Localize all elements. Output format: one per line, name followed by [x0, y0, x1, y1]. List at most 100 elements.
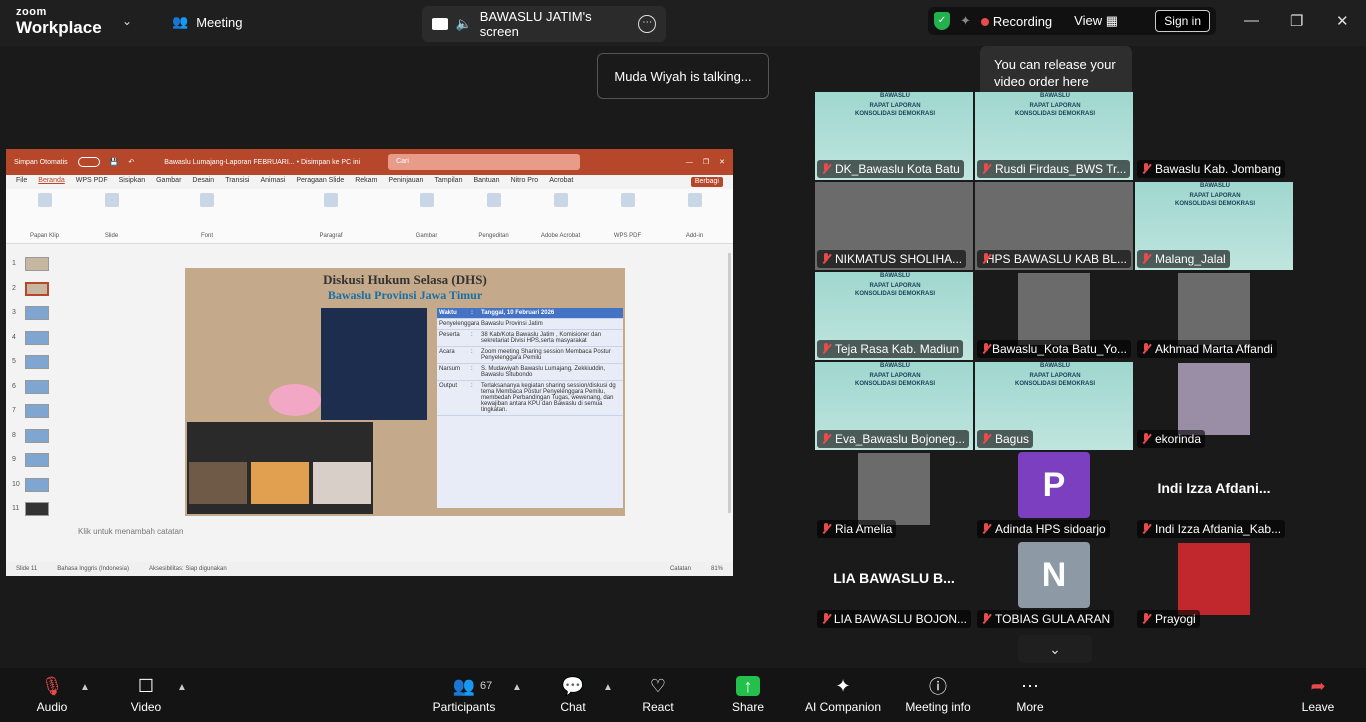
display-name-large: LIA BAWASLU B... [833, 570, 955, 586]
avatar [1178, 363, 1250, 435]
table-key: Peserta [439, 332, 460, 338]
participant-tile[interactable]: NIKMATUS SHOLIHA... [815, 182, 973, 270]
banner-background-title: BAWASLU [1200, 183, 1230, 189]
participant-tile[interactable]: Bawaslu_Kota Batu_Yo... [975, 272, 1133, 360]
slide-thumb-number: 7 [12, 407, 16, 414]
video-options-caret-icon[interactable]: ▲ [177, 682, 187, 693]
current-slide: Diskusi Hukum Selasa (DHS) Bawaslu Provi… [185, 268, 625, 516]
leave-icon: ➦ [1310, 675, 1326, 696]
status-language: Bahasa Inggris (Indonesia) [57, 566, 129, 572]
ribbon-group-label: Slide [104, 233, 119, 239]
recording-indicator[interactable]: Recording [980, 13, 1053, 29]
view-button[interactable]: View ▦ [1074, 13, 1118, 29]
banner-background-subtitle: RAPAT LAPORAN KONSOLIDASI DEMOKRASI [1015, 373, 1096, 387]
avatar [1178, 543, 1250, 615]
ppt-search: Cari [388, 154, 581, 170]
shared-screen-tab[interactable]: 🔈 BAWASLU JATIM's screen ⋯ [422, 6, 666, 42]
ppt-share-button: Berbagi [690, 177, 723, 187]
ribbon-group: Paragraf [274, 193, 388, 239]
participant-tile[interactable]: BAWASLU RAPAT LAPORAN KONSOLIDASI DEMOKRA… [815, 362, 973, 450]
participant-name: ekorinda [1155, 432, 1202, 446]
participant-name: Indi Izza Afdania_Kab... [1155, 522, 1282, 536]
chevron-down-icon[interactable]: ⌄ [122, 14, 132, 28]
restore-icon[interactable]: ❐ [1290, 12, 1303, 30]
participant-name: DK_Bawaslu Kota Batu [835, 162, 960, 176]
participant-tile[interactable]: Bawaslu Kab. Jombang [1135, 92, 1293, 180]
participant-name: HPS BAWASLU KAB BL... [985, 252, 1127, 266]
table-value: 38 Kab/Kota Bawaslu Jatim , Komisioner d… [481, 332, 602, 344]
participant-tile[interactable]: Akhmad Marta Affandi [1135, 272, 1293, 360]
participant-tile[interactable]: BAWASLU RAPAT LAPORAN KONSOLIDASI DEMOKRA… [975, 92, 1133, 180]
participants-button[interactable]: 👥 Participants [430, 668, 498, 722]
ppt-minimize-icon: — [685, 158, 693, 166]
participant-tile[interactable]: BAWASLU RAPAT LAPORAN KONSOLIDASI DEMOKRA… [975, 362, 1133, 450]
gallery-scroll-down-icon[interactable]: ⌄ [1018, 635, 1092, 663]
screenshot-participant-1 [189, 462, 247, 504]
flower-decoration [269, 384, 321, 416]
slide-thumbnail [25, 477, 49, 492]
banner-background-subtitle: RAPAT LAPORAN KONSOLIDASI DEMOKRASI [1015, 103, 1096, 117]
encryption-shield-icon[interactable]: ✓ [934, 12, 950, 30]
ai-sparkle-icon[interactable]: ✦ [960, 13, 971, 29]
participant-tile[interactable]: ekorinda [1135, 362, 1293, 450]
participant-tile[interactable]: BAWASLU RAPAT LAPORAN KONSOLIDASI DEMOKRA… [1135, 182, 1293, 270]
minimize-icon[interactable]: — [1244, 12, 1259, 29]
mic-muted-icon [821, 163, 831, 175]
chat-options-caret-icon[interactable]: ▲ [603, 682, 613, 693]
table-value: Zoom meeting Sharing session Membaca Pos… [481, 349, 611, 361]
screen-share-icon [432, 18, 448, 30]
table-row: Waktu: Tanggal, 10 Februari 2026 [437, 308, 623, 319]
react-button[interactable]: ♡ React [638, 668, 678, 722]
participant-name-label: NIKMATUS SHOLIHA... [817, 250, 967, 268]
participant-name-label: Akhmad Marta Affandi [1137, 340, 1277, 358]
participant-name-label: TOBIAS GULA ARAN [977, 610, 1115, 628]
more-options-icon[interactable]: ⋯ [638, 15, 657, 33]
recording-label: Recording [992, 13, 1053, 29]
ribbon-tool-icon [419, 193, 434, 207]
participant-name: Akhmad Marta Affandi [1155, 342, 1273, 356]
audio-button[interactable]: 🎙 Audio [30, 668, 74, 722]
more-label: More [1016, 700, 1044, 714]
close-icon[interactable]: ✕ [1336, 12, 1349, 30]
ribbon-group-label: Papan Klip [29, 233, 60, 239]
mic-muted-icon [821, 343, 831, 355]
participant-name-label: DK_Bawaslu Kota Batu [817, 160, 964, 178]
participant-name-label: Eva_Bawaslu Bojoneg... [817, 430, 970, 448]
participant-tile[interactable]: N TOBIAS GULA ARAN [975, 542, 1133, 630]
autosave-toggle [77, 157, 100, 167]
ppt-menu-item: WPS PDF [75, 177, 108, 184]
more-button[interactable]: ⋯ More [1010, 668, 1050, 722]
sign-in-button[interactable]: Sign in [1155, 10, 1210, 32]
chat-button[interactable]: 💬 Chat [555, 668, 591, 722]
participants-options-caret-icon[interactable]: ▲ [512, 682, 522, 693]
top-bar: zoom Workplace ⌄ 👥 Meeting 🔈 BAWASLU JAT… [0, 0, 1366, 46]
participant-tile[interactable]: Ria Amelia [815, 452, 973, 540]
ppt-menu-item: File [16, 177, 28, 184]
banner-background-subtitle: RAPAT LAPORAN KONSOLIDASI DEMOKRASI [855, 283, 936, 297]
slide-thumb-number: 11 [12, 505, 20, 512]
ai-companion-button[interactable]: ✦ AI Companion [800, 668, 886, 722]
audio-options-caret-icon[interactable]: ▲ [80, 682, 90, 693]
participant-tile[interactable]: Indi Izza Afdani... Indi Izza Afdania_Kab… [1135, 452, 1293, 540]
table-value: Tanggal, 10 Februari 2026 [481, 310, 555, 316]
table-row: Narsum: S. Mudawiyah Bawaslu Lumajang, Ze… [437, 364, 623, 381]
meeting-tab[interactable]: 👥 Meeting [172, 14, 242, 30]
ppt-menu-item: Animasi [260, 177, 286, 184]
participant-tile[interactable]: Prayogi [1135, 542, 1293, 630]
share-button[interactable]: ↑ Share [728, 668, 768, 722]
participant-tile[interactable]: BAWASLU RAPAT LAPORAN KONSOLIDASI DEMOKRA… [815, 92, 973, 180]
ribbon-group: Papan Klip [16, 193, 73, 239]
slide-thumb-number: 10 [12, 480, 20, 488]
leave-label: Leave [1301, 700, 1335, 714]
leave-button[interactable]: ➦ Leave [1298, 668, 1338, 722]
video-button[interactable]: ☐ Video [124, 668, 168, 722]
participant-tile[interactable]: HPS BAWASLU KAB BL... [975, 182, 1133, 270]
participant-tile[interactable]: BAWASLU RAPAT LAPORAN KONSOLIDASI DEMOKRA… [815, 272, 973, 360]
meeting-info-button[interactable]: ⓘ Meeting info [900, 668, 976, 722]
participant-tile[interactable]: LIA BAWASLU B... LIA BAWASLU BOJON... [815, 542, 973, 630]
brand-line1: zoom [16, 6, 47, 18]
zoom-logo: zoom Workplace [16, 6, 102, 37]
participant-tile[interactable]: P Adinda HPS sidoarjo [975, 452, 1133, 540]
table-row: Output: Terlaksananya kegiatan sharing se… [437, 381, 623, 416]
slide-thumbnail [25, 306, 49, 320]
